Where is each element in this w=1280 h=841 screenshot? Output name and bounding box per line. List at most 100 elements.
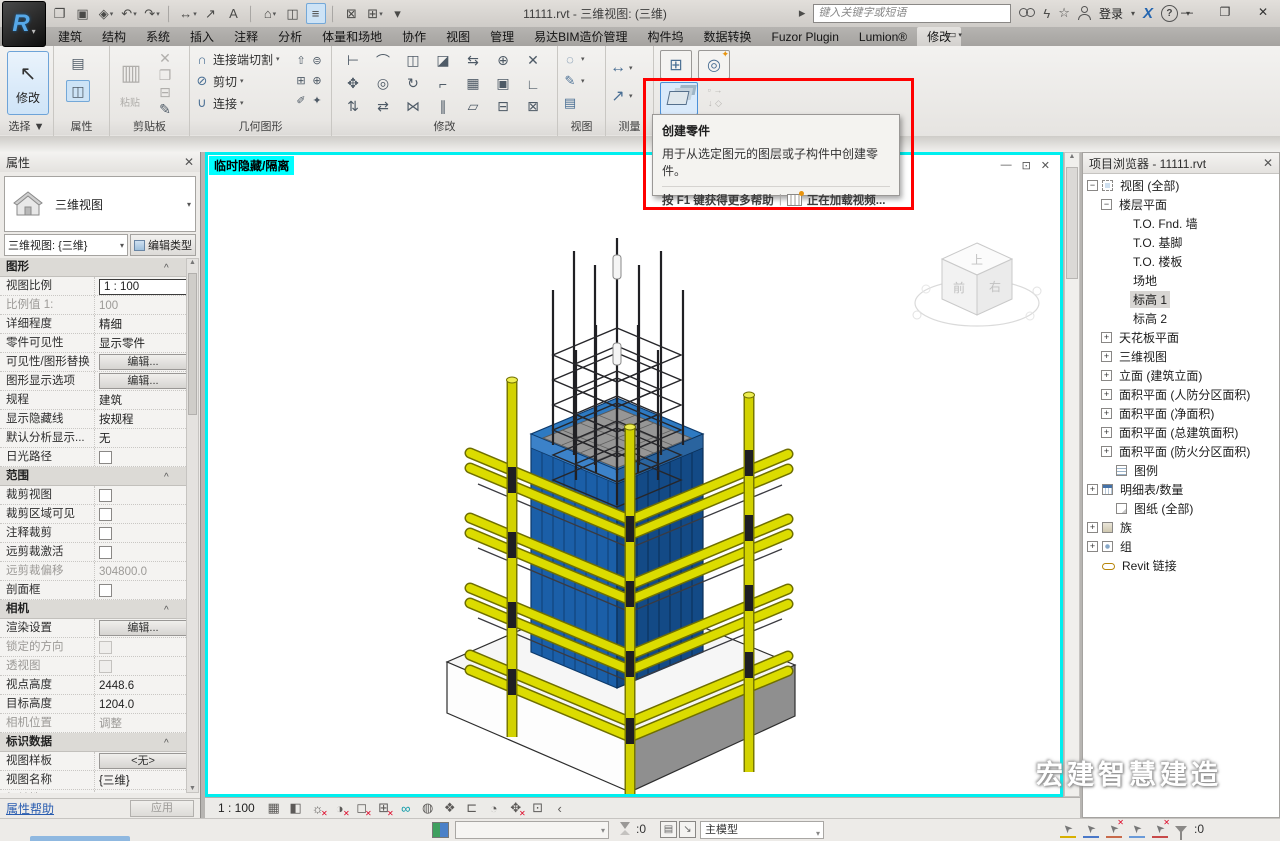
property-value[interactable]: 建筑 (99, 395, 122, 407)
favorites-star-icon[interactable]: ☆ (1058, 5, 1070, 21)
geometry-tool[interactable]: ⊘ 剪切 ▾ (194, 70, 280, 92)
tree-item-label[interactable]: 图纸 (全部) (1131, 500, 1196, 517)
tab-structure[interactable]: 结构 (92, 27, 136, 46)
switch-windows-icon[interactable]: ⊞▾ (365, 3, 385, 24)
tree-item[interactable]: + 明细表/数量 (1083, 480, 1279, 499)
tab-component-dock[interactable]: 构件坞 (638, 27, 694, 46)
modify-tool-icon[interactable]: ∥ (428, 95, 458, 118)
scroll-up-icon[interactable]: ▲ (1069, 153, 1076, 160)
modify-tool-icon[interactable]: ▱ (458, 95, 488, 118)
3d-model[interactable]: 上 前 右 (208, 155, 1060, 794)
modify-tool-icon[interactable]: ⇅ (338, 95, 368, 118)
clipboard-tool-icon[interactable]: ❐ (154, 67, 176, 84)
property-edit-button[interactable]: 编辑... (99, 373, 186, 389)
tree-item-label[interactable]: 面积平面 (人防分区面积) (1116, 386, 1253, 403)
select-pinned-elements-icon[interactable]: ➤✕ (1106, 820, 1122, 838)
qat-separator[interactable] (250, 5, 254, 23)
tree-item-label[interactable]: 标高 2 (1130, 310, 1170, 327)
paste-icon[interactable]: ▥ (116, 54, 146, 92)
view-scale-button[interactable]: 1 : 100 (213, 800, 260, 816)
tree-item[interactable]: 图纸 (全部) (1083, 499, 1279, 518)
tree-expander-icon[interactable]: + (1087, 484, 1098, 495)
paste-label[interactable]: 粘贴 (120, 94, 140, 109)
tree-item[interactable]: T.O. Fnd. 墙 (1083, 214, 1279, 233)
modify-tool-icon[interactable]: ✥ (338, 72, 368, 95)
clipboard-panel-label[interactable]: 剪贴板 (110, 119, 189, 135)
save-icon[interactable]: ▣ (73, 3, 93, 24)
locked-3d-view-icon[interactable]: ⊡ (529, 800, 547, 817)
tree-item-label[interactable]: T.O. Fnd. 墙 (1130, 215, 1201, 232)
exchange-apps-icon[interactable]: X (1143, 5, 1153, 22)
tree-expander-icon[interactable]: + (1101, 427, 1112, 438)
tree-item-label[interactable]: 明细表/数量 (1117, 481, 1186, 498)
property-value[interactable]: 2448.6 (99, 680, 134, 692)
edit-type-button[interactable]: 编辑类型 (130, 234, 196, 256)
sign-in-icon[interactable] (1078, 6, 1091, 20)
view-close-icon[interactable]: ✕ (1041, 159, 1050, 172)
select-elements-by-face-icon[interactable]: ➤ (1129, 820, 1145, 838)
tab-annotate[interactable]: 注释 (224, 27, 268, 46)
tree-item[interactable]: 标高 1 (1083, 290, 1279, 309)
tree-expander-icon[interactable]: − (1101, 199, 1112, 210)
tree-item[interactable]: 标高 2 (1083, 309, 1279, 328)
tree-item[interactable]: + 天花板平面 (1083, 328, 1279, 347)
modify-tool-button[interactable]: ↖ 修改 (7, 51, 49, 115)
tab-fuzor-plugin[interactable]: Fuzor Plugin (762, 27, 849, 46)
property-value[interactable]: 精细 (99, 319, 122, 331)
modify-tool-icon[interactable]: ✕ (518, 49, 548, 72)
modify-tool-icon[interactable]: ▣ (488, 72, 518, 95)
tree-item[interactable]: − 视图 (全部) (1083, 176, 1279, 195)
modify-tool-icon[interactable]: ▦ (458, 72, 488, 95)
measure-panel-label[interactable]: 测量 (606, 119, 653, 135)
drawing-area[interactable]: 临时隐藏/隔离 — ⊡ ✕ (205, 152, 1063, 797)
view-tool[interactable]: ◌▾ (562, 48, 585, 70)
group-collapse-icon[interactable]: ^ (164, 263, 169, 274)
tab-view[interactable]: 视图 (436, 27, 480, 46)
tree-item-label[interactable]: 组 (1117, 538, 1135, 555)
modify-tool-icon[interactable]: ⇄ (368, 95, 398, 118)
temporary-hide-isolate-icon[interactable]: ∞ (397, 800, 415, 817)
property-checkbox[interactable] (99, 660, 112, 673)
maximize-button[interactable]: ❐ (1214, 5, 1236, 19)
tree-expander-icon[interactable]: + (1101, 351, 1112, 362)
geometry-panel-label[interactable]: 几何图形 (190, 119, 331, 135)
tree-expander-icon[interactable]: + (1101, 370, 1112, 381)
type-selector-caret-icon[interactable]: ▾ (187, 200, 191, 209)
modify-tool-icon[interactable]: ⋈ (398, 95, 428, 118)
tree-item[interactable]: T.O. 基脚 (1083, 233, 1279, 252)
worksets-dropdown[interactable]: ▾ (455, 821, 609, 839)
viewcube[interactable]: 上 前 右 (913, 243, 1041, 326)
tree-item[interactable]: 场地 (1083, 271, 1279, 290)
minimize-button[interactable]: — (1176, 5, 1198, 19)
tab-massing-site[interactable]: 体量和场地 (312, 27, 392, 46)
tab-analyze[interactable]: 分析 (268, 27, 312, 46)
properties-panel-label[interactable]: 属性 (54, 119, 109, 135)
temporary-view-properties-icon[interactable]: ❖ (441, 800, 459, 817)
modify-panel-label[interactable]: 修改 (332, 119, 557, 135)
property-value[interactable]: 100 (99, 300, 118, 312)
properties-panel-icon[interactable]: ◫ (66, 80, 90, 102)
tree-item[interactable]: + 立面 (建筑立面) (1083, 366, 1279, 385)
tree-item[interactable]: + 族 (1083, 518, 1279, 537)
property-value[interactable]: 1204.0 (99, 699, 134, 711)
tree-item-label[interactable]: 天花板平面 (1116, 329, 1182, 346)
apply-button[interactable]: 应用 (130, 800, 194, 817)
modify-tool-icon[interactable]: ∟ (518, 72, 548, 95)
properties-panel-icon[interactable]: ▤ (66, 52, 90, 74)
text-icon[interactable]: A (224, 3, 244, 24)
tab-systems[interactable]: 系统 (136, 27, 180, 46)
clipboard-tool-icon[interactable]: ✕ (154, 50, 176, 67)
geometry-extra-icon[interactable]: ⊞ (293, 70, 309, 90)
visual-style-icon[interactable]: ◧ (287, 800, 305, 817)
property-value[interactable]: 调整 (99, 718, 122, 730)
tab-insert[interactable]: 插入 (180, 27, 224, 46)
property-value[interactable]: 显示零件 (99, 338, 145, 350)
property-value[interactable]: {三维} (99, 775, 130, 787)
tree-item-label[interactable]: Revit 链接 (1119, 557, 1180, 574)
clipboard-tool-icon[interactable]: ⊟ (154, 84, 176, 101)
geometry-tool[interactable]: ∩ 连接端切割 ▾ (194, 48, 280, 70)
sync-with-central-icon[interactable]: ◈▾ (96, 3, 116, 24)
tree-item[interactable]: − 楼层平面 (1083, 195, 1279, 214)
tree-item-label[interactable]: 族 (1117, 519, 1135, 536)
scroll-down-icon[interactable]: ▼ (187, 785, 198, 792)
